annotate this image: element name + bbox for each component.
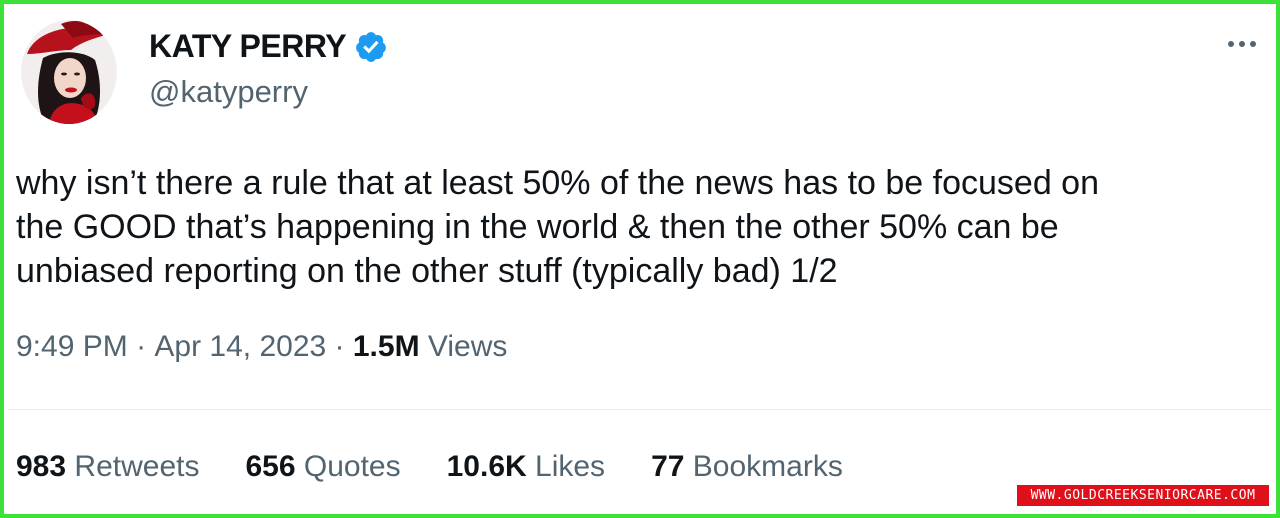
- quotes-label: Quotes: [303, 450, 401, 483]
- watermark: WWW.GOLDCREEKSENIORCARE.COM: [1017, 485, 1269, 506]
- avatar-image: [21, 20, 117, 124]
- meta-space: [420, 330, 428, 364]
- tweet-card: KATY PERRY @katyperry why isn’t there a …: [0, 0, 1280, 518]
- tweet-time[interactable]: 9:49 PM: [16, 330, 128, 364]
- engagement-stats: 983 Retweets 656 Quotes 10.6K Likes 77 B…: [16, 450, 889, 484]
- likes-label: Likes: [535, 450, 606, 483]
- quotes-stat[interactable]: 656 Quotes: [245, 450, 400, 484]
- tweet-text: why isn’t there a rule that at least 50%…: [16, 164, 1099, 290]
- meta-separator: ·: [127, 330, 155, 363]
- views-label: Views: [427, 330, 508, 363]
- avatar[interactable]: [21, 20, 117, 124]
- retweets-count: 983: [16, 450, 67, 483]
- bookmarks-stat[interactable]: 77 Bookmarks: [651, 450, 843, 484]
- more-dot: [1228, 41, 1234, 47]
- bookmarks-count: 77: [651, 450, 685, 483]
- more-dot: [1250, 41, 1256, 47]
- tweet-date[interactable]: Apr 14, 2023: [154, 330, 326, 364]
- quotes-count: 656: [245, 450, 296, 483]
- author-name-row[interactable]: KATY PERRY: [149, 28, 388, 65]
- more-options-icon[interactable]: [1222, 32, 1262, 56]
- bookmarks-label: Bookmarks: [692, 450, 843, 483]
- views-count: 1.5M: [352, 330, 420, 363]
- likes-stat[interactable]: 10.6K Likes: [447, 450, 605, 484]
- author-handle[interactable]: @katyperry: [149, 74, 308, 110]
- retweets-label: Retweets: [74, 450, 200, 483]
- display-name[interactable]: KATY PERRY: [149, 28, 347, 65]
- retweets-stat[interactable]: 983 Retweets: [16, 450, 199, 484]
- divider: [8, 409, 1272, 410]
- more-dot: [1239, 41, 1245, 47]
- meta-separator: ·: [326, 330, 353, 363]
- verified-badge-icon: [356, 31, 386, 62]
- tweet-meta: 9:49 PM · Apr 14, 2023 · 1.5M Views: [16, 330, 507, 364]
- likes-count: 10.6K: [446, 450, 527, 483]
